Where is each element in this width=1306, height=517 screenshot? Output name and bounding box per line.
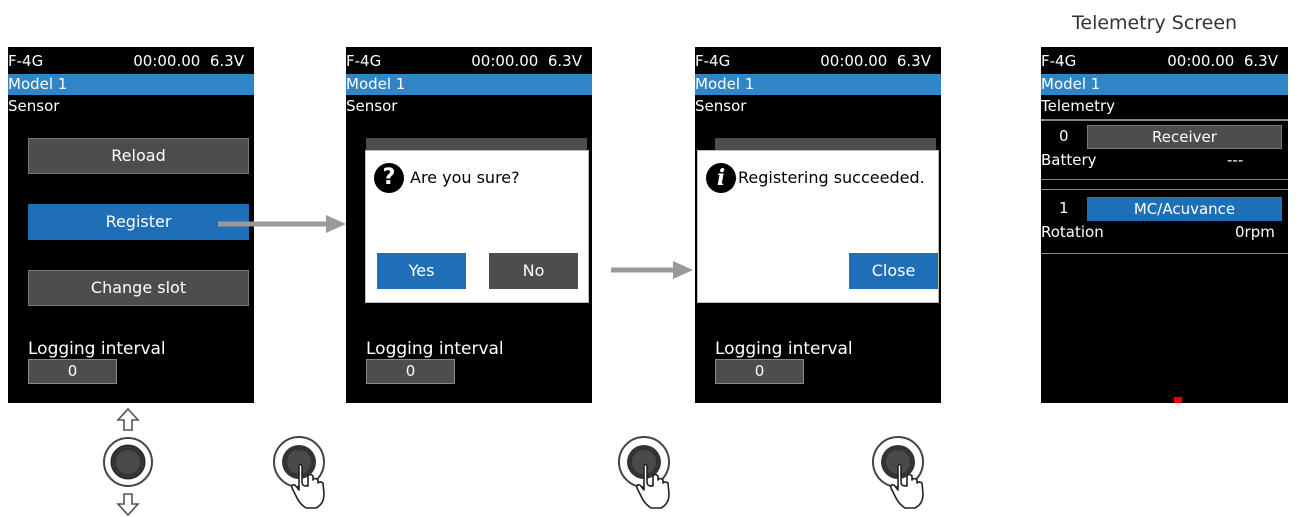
timer: 00:00.00	[133, 52, 201, 70]
question-icon: ?	[374, 163, 404, 193]
up-down-arrows-icon	[103, 407, 153, 517]
hand-press-icon	[872, 436, 924, 509]
sensor-slot-receiver[interactable]: Receiver	[1087, 125, 1282, 149]
dialog-message: Are you sure?	[410, 168, 520, 187]
telemetry-caption: Telemetry Screen	[1072, 12, 1238, 34]
timer: 00:00.00	[820, 52, 888, 70]
telemetry-screen: F-4G 00:00.00 6.3V Model 1 Telemetry 0 R…	[1041, 47, 1288, 403]
system-name: F-4G	[346, 52, 382, 70]
cursor-marker	[1174, 397, 1182, 403]
screen-title: Sensor	[8, 97, 60, 115]
slot-index: 1	[1059, 199, 1069, 217]
divider	[1041, 119, 1288, 121]
hidden-button-edge	[715, 138, 936, 150]
divider	[1041, 253, 1288, 254]
system-name: F-4G	[695, 52, 731, 70]
confirm-screen: F-4G 00:00.00 6.3V Model 1 Sensor ? Are …	[346, 47, 592, 403]
reload-button[interactable]: Reload	[28, 138, 249, 174]
logging-interval-field[interactable]: 0	[28, 359, 117, 384]
logging-interval-label: Logging interval	[28, 339, 166, 359]
flow-arrow-icon	[218, 215, 346, 233]
item-value: ---	[1227, 151, 1244, 169]
model-name: Model 1	[346, 75, 406, 93]
battery-voltage: 6.3V	[209, 52, 244, 70]
screen-title: Telemetry	[1041, 97, 1116, 115]
divider	[1041, 179, 1288, 180]
item-value: 0rpm	[1235, 223, 1275, 241]
divider	[1041, 189, 1288, 190]
screen-title: Sensor	[695, 97, 747, 115]
timer: 00:00.00	[471, 52, 539, 70]
system-name: F-4G	[8, 52, 44, 70]
info-icon: i	[706, 163, 736, 193]
model-name: Model 1	[695, 75, 755, 93]
slot-index: 0	[1059, 127, 1069, 145]
status-bar: F-4G 00:00.00 6.3V	[8, 51, 254, 73]
sensor-slot-mc-acuvance[interactable]: MC/Acuvance	[1087, 197, 1282, 221]
register-button[interactable]: Register	[28, 204, 249, 240]
confirm-dialog: ? Are you sure? Yes No	[365, 150, 589, 303]
hand-press-icon	[273, 436, 325, 509]
model-name: Model 1	[8, 75, 68, 93]
status-bar: F-4G 00:00.00 6.3V	[1041, 51, 1288, 73]
battery-voltage: 6.3V	[1243, 52, 1278, 70]
no-button[interactable]: No	[489, 253, 578, 289]
model-bar: Model 1	[1041, 74, 1288, 95]
success-dialog: i Registering succeeded. Close	[697, 150, 939, 303]
model-bar: Model 1	[695, 74, 941, 95]
model-name: Model 1	[1041, 75, 1101, 93]
battery-voltage: 6.3V	[547, 52, 582, 70]
logging-interval-label: Logging interval	[366, 339, 504, 359]
dialog-message: Registering succeeded.	[738, 168, 925, 187]
yes-button[interactable]: Yes	[377, 253, 466, 289]
item-label: Rotation	[1041, 223, 1104, 241]
logging-interval-label: Logging interval	[715, 339, 853, 359]
item-label: Battery	[1041, 151, 1097, 169]
system-name: F-4G	[1041, 52, 1077, 70]
logging-interval-field[interactable]: 0	[715, 359, 804, 384]
status-bar: F-4G 00:00.00 6.3V	[346, 51, 592, 73]
close-button[interactable]: Close	[849, 253, 938, 289]
screen-title: Sensor	[346, 97, 398, 115]
flow-arrow-icon	[611, 261, 693, 279]
model-bar: Model 1	[346, 74, 592, 95]
battery-voltage: 6.3V	[896, 52, 931, 70]
change-slot-button[interactable]: Change slot	[28, 270, 249, 306]
success-screen: F-4G 00:00.00 6.3V Model 1 Sensor i Regi…	[695, 47, 941, 403]
timer: 00:00.00	[1167, 52, 1235, 70]
status-bar: F-4G 00:00.00 6.3V	[695, 51, 941, 73]
logging-interval-field[interactable]: 0	[366, 359, 455, 384]
hand-press-icon	[618, 436, 670, 509]
hidden-button-edge	[366, 138, 587, 150]
model-bar: Model 1	[8, 74, 254, 95]
